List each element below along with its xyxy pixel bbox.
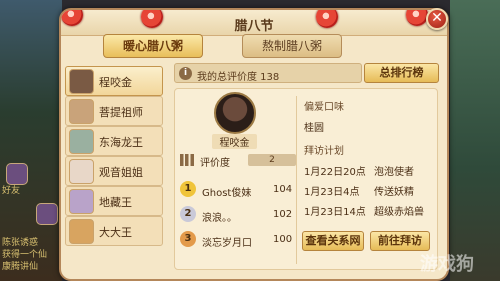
ranking-value: 100 (273, 234, 293, 245)
watermark-logo: 游戏狗 (420, 254, 474, 275)
total-score-text: 我的总评价度 138 (197, 72, 280, 83)
sidebar-item-donghai[interactable]: 东海龙王 (65, 126, 163, 156)
total-ranking-button[interactable]: 总排行榜 (364, 63, 439, 83)
sidebar-item-label: 观音姐姐 (99, 166, 143, 179)
npc-portrait-name: 程咬金 (212, 134, 257, 149)
ranking-name: 浪浪。。 (202, 213, 237, 224)
sidebar-item-label: 大大王 (99, 226, 132, 239)
background-scene-right (450, 0, 500, 281)
dialog-titlebar: 腊八节 (61, 10, 447, 36)
gold-medal-icon: 1 (180, 181, 196, 197)
sidebar-item-dizang[interactable]: 地藏王 (65, 186, 163, 216)
view-relations-button[interactable]: 查看关系网 (302, 231, 364, 251)
info-icon: i (179, 67, 192, 80)
npc-avatar (69, 129, 94, 154)
total-score-bar: i 我的总评价度 138 (174, 63, 362, 83)
vote-row: 评价度 2 (180, 153, 298, 169)
preferred-taste-title: 偏爱口味 (304, 102, 344, 113)
sidebar-item-chengyaojin[interactable]: 程咬金 (65, 66, 163, 96)
vote-value: 2 (248, 154, 296, 166)
bar-chart-icon (180, 154, 194, 166)
npc-portrait (214, 92, 256, 134)
visit-plan-event: 超级赤焰兽 (374, 207, 424, 218)
tab-warm-porridge[interactable]: 暖心腊八粥 (103, 34, 203, 58)
sidebar-item-dadawang[interactable]: 大大王 (65, 216, 163, 246)
preferred-taste-value: 桂圆 (304, 123, 324, 134)
npc-avatar (69, 99, 94, 124)
sidebar-item-label: 菩提祖师 (99, 106, 143, 119)
visit-plan-date: 1月23日4点 (304, 187, 360, 198)
visit-plan-event: 传送妖精 (374, 187, 414, 198)
npc-avatar (69, 69, 94, 94)
tab-cook-porridge[interactable]: 熬制腊八粥 (242, 34, 342, 58)
dialog-title: 腊八节 (234, 19, 274, 34)
ranking-value: 104 (273, 184, 293, 195)
silver-medal-icon: 2 (180, 206, 196, 222)
close-button[interactable]: ✕ (426, 8, 448, 30)
visit-plan-date: 1月22日20点 (304, 167, 366, 178)
visit-plan-date: 1月23日14点 (304, 207, 366, 218)
sidebar-item-label: 地藏王 (99, 196, 132, 209)
sidebar-item-label: 程咬金 (99, 76, 132, 89)
ranking-value: 102 (273, 209, 293, 220)
bronze-medal-icon: 3 (180, 231, 196, 247)
npc-avatar (69, 219, 94, 244)
ranking-name: Ghost俊妹 (202, 188, 252, 199)
npc-avatar (69, 189, 94, 214)
npc-avatar (69, 159, 94, 184)
visit-plan-title: 拜访计划 (304, 146, 344, 157)
go-visit-button[interactable]: 前往拜访 (370, 231, 430, 251)
visit-plan-event: 泡泡使者 (374, 167, 414, 178)
sidebar-item-puti[interactable]: 菩提祖师 (65, 96, 163, 126)
panel-divider (296, 96, 297, 264)
npc-sidebar: 程咬金 菩提祖师 东海龙王 观音姐姐 地藏王 大大王 (6, 60, 163, 270)
sidebar-item-label: 东海龙王 (99, 136, 143, 149)
sidebar-item-guanyin[interactable]: 观音姐姐 (65, 156, 163, 186)
ranking-name: 淡忘岁月口 (202, 238, 252, 249)
vote-label: 评价度 (200, 158, 230, 169)
